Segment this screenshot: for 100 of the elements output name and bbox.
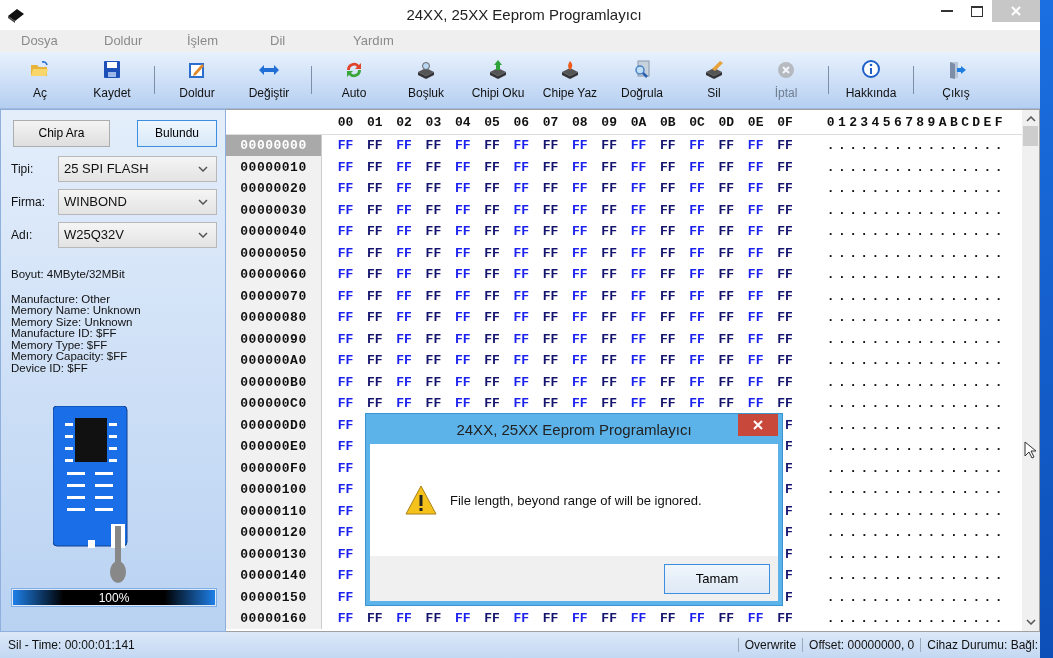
byte-cell[interactable]: FF	[659, 181, 676, 197]
byte-cell[interactable]: F	[784, 568, 793, 584]
address-cell[interactable]: 00000150	[226, 586, 322, 608]
byte-cell[interactable]: FF	[542, 267, 559, 283]
byte-cell[interactable]: FF	[747, 267, 764, 283]
byte-cell[interactable]: FF	[337, 202, 354, 218]
byte-cell[interactable]: FF	[630, 138, 647, 154]
byte-cell[interactable]: FF	[747, 331, 764, 347]
byte-cell[interactable]: FF	[718, 224, 735, 240]
byte-cell[interactable]: FF	[484, 374, 500, 390]
byte-cell[interactable]: FF	[454, 611, 471, 627]
address-cell[interactable]: 00000060	[226, 263, 322, 286]
dropdown[interactable]: W25Q32V	[58, 221, 217, 248]
byte-cell[interactable]: FF	[542, 611, 559, 627]
byte-cell[interactable]: FF	[630, 310, 647, 326]
byte-cell[interactable]: F	[784, 439, 793, 455]
byte-cell[interactable]: FF	[542, 138, 559, 154]
byte-cell[interactable]: FF	[601, 181, 617, 197]
byte-cell[interactable]: FF	[484, 202, 500, 218]
byte-cell[interactable]: FF	[630, 202, 647, 218]
byte-cell[interactable]: FF	[337, 503, 354, 519]
byte-cell[interactable]: FF	[337, 568, 354, 584]
byte-cell[interactable]: FF	[484, 267, 500, 283]
byte-cell[interactable]: FF	[630, 611, 647, 627]
byte-cell[interactable]: FF	[689, 288, 705, 304]
byte-cell[interactable]: FF	[718, 245, 735, 261]
byte-cell[interactable]: FF	[777, 181, 793, 197]
byte-cell[interactable]: FF	[396, 245, 412, 261]
byte-cell[interactable]: FF	[337, 546, 354, 562]
byte-cell[interactable]: FF	[601, 224, 617, 240]
byte-cell[interactable]: FF	[337, 138, 354, 154]
byte-cell[interactable]: FF	[367, 159, 383, 175]
byte-cell[interactable]: FF	[454, 202, 471, 218]
byte-cell[interactable]: FF	[718, 374, 735, 390]
byte-cell[interactable]: FF	[513, 224, 530, 240]
byte-cell[interactable]: FF	[630, 396, 647, 412]
byte-cell[interactable]: FF	[689, 396, 705, 412]
byte-cell[interactable]: FF	[396, 138, 412, 154]
byte-cell[interactable]: FF	[542, 331, 559, 347]
byte-cell[interactable]: FF	[777, 224, 793, 240]
byte-cell[interactable]: FF	[630, 374, 647, 390]
byte-cell[interactable]: FF	[337, 245, 354, 261]
byte-cell[interactable]: FF	[337, 267, 354, 283]
byte-cell[interactable]: FF	[747, 138, 764, 154]
byte-cell[interactable]: F	[784, 503, 793, 519]
byte-cell[interactable]: FF	[425, 202, 442, 218]
byte-cell[interactable]: FF	[425, 138, 442, 154]
byte-cell[interactable]: FF	[425, 267, 442, 283]
toolbar-button[interactable]: Hakkında	[835, 54, 907, 105]
byte-cell[interactable]: FF	[513, 288, 530, 304]
byte-cell[interactable]: FF	[777, 396, 793, 412]
address-cell[interactable]: 00000070	[226, 285, 322, 307]
byte-cell[interactable]: FF	[367, 331, 383, 347]
address-cell[interactable]: 00000080	[226, 306, 322, 329]
byte-cell[interactable]: FF	[337, 525, 354, 541]
byte-cell[interactable]: FF	[777, 245, 793, 261]
byte-cell[interactable]: FF	[659, 374, 676, 390]
byte-cell[interactable]: FF	[367, 611, 383, 627]
byte-cell[interactable]: FF	[689, 138, 705, 154]
byte-cell[interactable]: FF	[542, 202, 559, 218]
byte-cell[interactable]: FF	[454, 267, 471, 283]
byte-cell[interactable]: FF	[425, 310, 442, 326]
byte-cell[interactable]: FF	[747, 396, 764, 412]
byte-cell[interactable]: FF	[513, 202, 530, 218]
byte-cell[interactable]: FF	[513, 611, 530, 627]
panel-button[interactable]: Chip Ara	[13, 119, 110, 147]
byte-cell[interactable]: FF	[542, 159, 559, 175]
byte-cell[interactable]: FF	[542, 396, 559, 412]
byte-cell[interactable]: FF	[454, 353, 471, 369]
panel-button[interactable]: Bulundu	[137, 119, 217, 147]
byte-cell[interactable]: FF	[425, 396, 442, 412]
byte-cell[interactable]: FF	[367, 181, 383, 197]
byte-cell[interactable]: FF	[454, 374, 471, 390]
address-cell[interactable]: 00000050	[226, 242, 322, 264]
byte-cell[interactable]: FF	[630, 331, 647, 347]
toolbar-button[interactable]: Chipi Oku	[462, 54, 534, 105]
byte-cell[interactable]: FF	[454, 288, 471, 304]
toolbar-button[interactable]: Çıkış	[920, 54, 992, 105]
byte-cell[interactable]: FF	[601, 611, 617, 627]
byte-cell[interactable]: FF	[747, 288, 764, 304]
byte-cell[interactable]: FF	[337, 374, 354, 390]
byte-cell[interactable]: FF	[777, 202, 793, 218]
byte-cell[interactable]: FF	[689, 267, 705, 283]
byte-cell[interactable]: FF	[337, 353, 354, 369]
address-cell[interactable]: 000000B0	[226, 371, 322, 393]
byte-cell[interactable]: FF	[337, 439, 354, 455]
byte-cell[interactable]: FF	[367, 288, 383, 304]
toolbar-button[interactable]: Boşluk	[390, 54, 462, 105]
byte-cell[interactable]: FF	[572, 288, 588, 304]
byte-cell[interactable]: FF	[425, 353, 442, 369]
byte-cell[interactable]: FF	[601, 288, 617, 304]
address-cell[interactable]: 00000120	[226, 521, 322, 544]
toolbar-button[interactable]: Doldur	[161, 54, 233, 105]
byte-cell[interactable]: FF	[659, 224, 676, 240]
address-cell[interactable]: 00000100	[226, 478, 322, 501]
byte-cell[interactable]: FF	[777, 267, 793, 283]
byte-cell[interactable]: FF	[513, 159, 530, 175]
byte-cell[interactable]: FF	[542, 181, 559, 197]
address-cell[interactable]: 00000130	[226, 543, 322, 565]
byte-cell[interactable]: FF	[396, 159, 412, 175]
